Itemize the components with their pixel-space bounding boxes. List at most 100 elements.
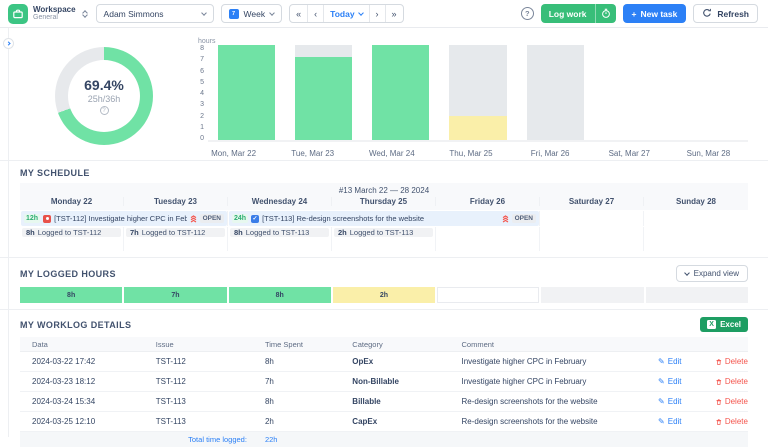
workspace-label: Workspace (33, 6, 76, 14)
schedule-task-row: 12h [TST-112] Investigate higher CPC in … (20, 210, 748, 227)
chart-bar (449, 45, 506, 140)
logged-hours-cell (646, 287, 748, 303)
delete-button[interactable]: Delete (716, 357, 748, 366)
delete-button[interactable]: Delete (716, 417, 748, 426)
prev-week-button[interactable]: ‹ (308, 5, 324, 22)
help-icon[interactable]: ? (100, 106, 109, 115)
top-toolbar: Workspace General Adam Simmons 7 Week « … (0, 0, 768, 28)
expand-view-button[interactable]: Expand view (676, 265, 748, 282)
next-week-button[interactable]: › (370, 5, 386, 22)
chevron-down-icon (684, 270, 690, 276)
trash-icon (716, 378, 722, 386)
status-badge: OPEN (512, 214, 536, 223)
chart-bar-segment-logged-full (218, 45, 275, 140)
today-button[interactable]: Today (324, 5, 369, 22)
delete-button[interactable]: Delete (716, 397, 748, 406)
excel-export-button[interactable]: X Excel (700, 317, 748, 332)
edit-button[interactable]: ✎Edit (658, 417, 704, 426)
chevron-updown-icon (81, 11, 89, 17)
schedule-calendar: #13 March 22 — 28 2024 Monday 22 Tuesday… (20, 183, 748, 251)
new-task-button[interactable]: + New task (623, 4, 687, 23)
chart-bar (295, 45, 352, 140)
worklog-table: Data Issue Time Spent Category Comment 2… (20, 337, 748, 447)
trash-icon (716, 418, 722, 426)
chart-bar-segment-logged-full (372, 45, 429, 140)
logged-entry[interactable]: 8hLogged to TST-112 (22, 228, 121, 237)
logged-hours-cell: 2h (333, 287, 435, 303)
worklog-total-row: Total time logged: 22h (20, 432, 748, 447)
pencil-icon: ✎ (658, 417, 665, 426)
logged-hours-cell (541, 287, 643, 303)
chart-bar (372, 45, 429, 140)
log-work-button[interactable]: Log work (541, 4, 616, 23)
refresh-icon (702, 8, 712, 20)
trash-icon (716, 398, 722, 406)
logged-entry[interactable]: 7hLogged to TST-112 (126, 228, 225, 237)
chart-bar-slot (671, 45, 748, 140)
pencil-icon: ✎ (658, 397, 665, 406)
briefcase-icon (8, 4, 28, 24)
chart-bar (681, 45, 738, 140)
app-window: Workspace General Adam Simmons 7 Week « … (0, 0, 768, 437)
chart-bar-slot (208, 45, 285, 140)
chart-bar-segment-scheduled-remaining (449, 45, 506, 116)
logged-hours-section-title: MY LOGGED HOURS (20, 269, 116, 279)
stopwatch-icon[interactable] (595, 4, 616, 23)
schedule-section-title: MY SCHEDULE (20, 168, 90, 178)
overview-panel: 69.4% 25h/36h ? hours 87 65 43 21 0 Mon, (0, 28, 768, 160)
day-header: Sunday 28 (644, 197, 748, 206)
sidebar-divider (8, 28, 9, 437)
excel-icon: X (707, 320, 716, 329)
chart-bar-segment-scheduled-remaining (295, 45, 352, 57)
worklog-row: 2024-03-25 12:10 TST-113 2h CapEx Re-des… (20, 412, 748, 432)
logged-hours-cell (437, 287, 539, 303)
period-select-value: Week (244, 9, 266, 19)
chart-bar (604, 45, 661, 140)
x-axis-labels: Mon, Mar 22Tue, Mar 23 Wed, Mar 24Thu, M… (194, 149, 748, 158)
worklog-section-title: MY WORKLOG DETAILS (20, 320, 131, 330)
chart-bar (527, 45, 584, 140)
total-label: Total time logged: (144, 435, 253, 444)
task-check-icon: ✓ (251, 215, 259, 223)
task-bar-tst-113[interactable]: 24h ✓ [TST-113] Re-design screenshots fo… (229, 211, 539, 226)
edit-button[interactable]: ✎Edit (658, 377, 704, 386)
user-select[interactable]: Adam Simmons (96, 4, 214, 23)
workspace-selector[interactable]: Workspace General (8, 4, 89, 24)
refresh-button[interactable]: Refresh (693, 4, 758, 23)
worklog-table-header: Data Issue Time Spent Category Comment (20, 337, 748, 352)
day-header: Tuesday 23 (124, 197, 228, 206)
chart-bar-slot (594, 45, 671, 140)
bug-icon (43, 215, 51, 223)
day-header-row: Monday 22 Tuesday 23 Wednesday 24 Thursd… (20, 196, 748, 210)
help-icon[interactable]: ? (521, 7, 534, 20)
day-header: Saturday 27 (540, 197, 644, 206)
logged-entry[interactable]: 2hLogged to TST-113 (334, 228, 433, 237)
chevron-down-icon (358, 10, 364, 16)
chart-bar-slot (517, 45, 594, 140)
last-week-button[interactable]: » (386, 5, 403, 22)
chart-bar-slot (285, 45, 362, 140)
edit-button[interactable]: ✎Edit (658, 357, 704, 366)
y-axis-label: hours (198, 38, 748, 45)
schedule-logged-row: 8hLogged to TST-112 7hLogged to TST-112 … (20, 227, 748, 242)
total-value: 22h (253, 435, 340, 444)
chevron-down-icon (201, 10, 207, 16)
edit-button[interactable]: ✎Edit (658, 397, 704, 406)
chart-bar (218, 45, 275, 140)
delete-button[interactable]: Delete (716, 377, 748, 386)
logged-entry[interactable]: 8hLogged to TST-113 (230, 228, 329, 237)
logged-hours-cell: 8h (229, 287, 331, 303)
day-header: Friday 26 (436, 197, 540, 206)
schedule-empty-row (20, 242, 748, 251)
progress-ratio: 25h/36h (88, 94, 121, 104)
worklog-row: 2024-03-24 15:34 TST-113 8h Billable Re-… (20, 392, 748, 412)
period-select[interactable]: 7 Week (221, 4, 283, 23)
progress-percent: 69.4% (84, 77, 124, 93)
task-bar-tst-112[interactable]: 12h [TST-112] Investigate higher CPC in … (21, 211, 227, 226)
chevron-down-icon (269, 10, 275, 16)
sidebar-expand-icon[interactable] (3, 38, 14, 49)
first-week-button[interactable]: « (290, 5, 308, 22)
date-nav-group: « ‹ Today › » (289, 4, 403, 23)
task-title: [TST-112] Investigate higher CPC in Febr… (54, 214, 187, 223)
progress-donut-chart: 69.4% 25h/36h ? (55, 47, 153, 145)
